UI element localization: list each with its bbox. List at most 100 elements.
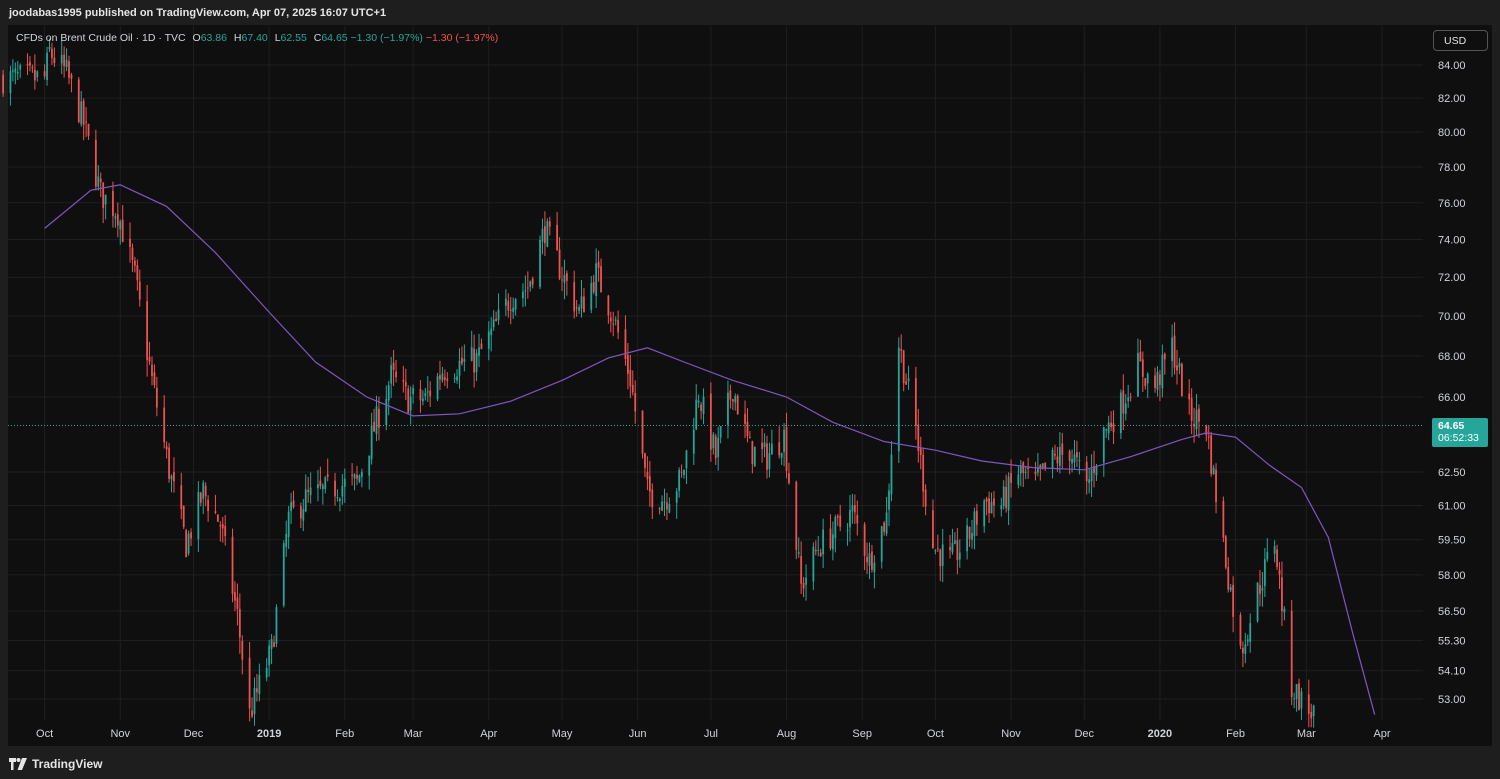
candle-body xyxy=(990,501,993,514)
time-tick-label: Nov xyxy=(1001,728,1021,740)
candle-body xyxy=(426,391,429,393)
currency-button[interactable]: USD xyxy=(1433,30,1488,51)
candle-body xyxy=(36,71,39,78)
candle-body xyxy=(907,378,910,382)
candle-body xyxy=(631,385,634,393)
candle-body xyxy=(1107,422,1110,434)
candle-body xyxy=(378,409,380,428)
candle-body xyxy=(1041,463,1044,468)
candle-body xyxy=(82,100,85,125)
candle-body xyxy=(241,640,244,660)
candle-body xyxy=(727,392,729,425)
candle-body xyxy=(1088,479,1091,484)
candle-body xyxy=(421,398,424,402)
candle-body xyxy=(1156,371,1159,390)
candle-body xyxy=(805,577,807,585)
ma-polyline xyxy=(44,184,1376,715)
candle-body xyxy=(114,216,117,219)
candle-body xyxy=(702,396,705,414)
candle-body xyxy=(683,469,685,476)
candle-body xyxy=(1180,363,1183,397)
candle-body xyxy=(1159,374,1161,386)
candle-body xyxy=(902,350,905,384)
candle-body xyxy=(609,317,612,322)
candle-body xyxy=(253,687,256,714)
candle-body xyxy=(939,549,942,567)
candle-body xyxy=(324,477,327,490)
candle-body xyxy=(795,481,798,550)
candle-body xyxy=(526,287,529,289)
candle-body xyxy=(51,48,53,58)
candle-body xyxy=(317,484,319,489)
candle-body xyxy=(43,71,46,77)
candle-body xyxy=(817,549,820,551)
candle-body xyxy=(651,489,654,508)
time-tick-label: 2019 xyxy=(257,728,281,740)
footer: TradingView xyxy=(0,746,1500,779)
candle-body xyxy=(749,437,751,439)
candle-body xyxy=(814,549,817,552)
candle-body xyxy=(1312,705,1315,717)
candle-body xyxy=(1224,536,1227,568)
candle-body xyxy=(1090,469,1093,481)
candle-body xyxy=(993,498,995,506)
time-tick-label: Mar xyxy=(404,728,423,740)
candle-body xyxy=(853,504,856,513)
candle-body xyxy=(856,514,859,524)
candle-body xyxy=(1129,396,1132,398)
candle-body xyxy=(1178,363,1181,368)
candle-body xyxy=(238,609,241,638)
candle-body xyxy=(597,261,600,268)
candle-body xyxy=(1095,466,1098,476)
candle-body xyxy=(800,556,803,584)
candle-body xyxy=(453,377,456,379)
candle-body xyxy=(834,516,837,539)
candle-body xyxy=(1276,549,1278,567)
candle-body xyxy=(446,378,449,381)
candle-body xyxy=(678,469,681,491)
price-tick-label: 68.00 xyxy=(1438,351,1466,363)
candle-body xyxy=(116,214,119,226)
candle-body xyxy=(1056,456,1059,464)
candle-body xyxy=(1078,460,1081,462)
price-tick-label: 72.00 xyxy=(1438,272,1466,284)
candle-body xyxy=(968,526,971,539)
candle-body xyxy=(1071,458,1073,464)
candle-body xyxy=(1249,623,1252,642)
time-tick-label: Sep xyxy=(852,728,872,740)
symbol-legend: CFDs on Brent Crude Oil · 1D · TVC O63.8… xyxy=(16,32,498,44)
candle-body xyxy=(556,224,559,251)
change-value-2: −1.30 (−1.97%) xyxy=(425,32,499,44)
candle-body xyxy=(731,399,734,402)
candle-body xyxy=(1027,467,1030,470)
candle-body xyxy=(617,320,620,333)
time-tick-label: Jul xyxy=(704,728,718,740)
candle-body xyxy=(626,355,629,374)
candle-body xyxy=(490,328,493,336)
candle-body xyxy=(307,490,310,492)
candle-body xyxy=(360,471,363,477)
candle-body xyxy=(890,454,893,495)
candle-body xyxy=(1005,487,1008,508)
candle-body xyxy=(321,485,324,489)
candle-body xyxy=(475,353,478,373)
candle-body xyxy=(473,348,476,373)
candle-body xyxy=(204,485,207,497)
price-tick-label: 61.00 xyxy=(1438,500,1466,512)
candle-body xyxy=(299,506,302,519)
price-tick-label: 62.50 xyxy=(1438,467,1466,479)
candle-body xyxy=(461,357,463,364)
candle-body xyxy=(1278,569,1281,575)
candle-body xyxy=(463,359,466,362)
candle-body xyxy=(258,674,261,695)
candle-body xyxy=(949,547,951,551)
candle-body xyxy=(539,240,541,287)
candle-body xyxy=(373,421,375,432)
candle-body xyxy=(1137,353,1139,397)
candle-body xyxy=(170,475,173,480)
candlestick-chart[interactable]: 84.00 82.00 80.00 78.00 76.00 74.00 72.00 70.00… xyxy=(0,0,1500,779)
candle-body xyxy=(624,329,627,360)
tradingview-brand[interactable]: TradingView xyxy=(9,757,102,771)
candle-body xyxy=(182,505,185,527)
candle-body xyxy=(336,497,339,499)
